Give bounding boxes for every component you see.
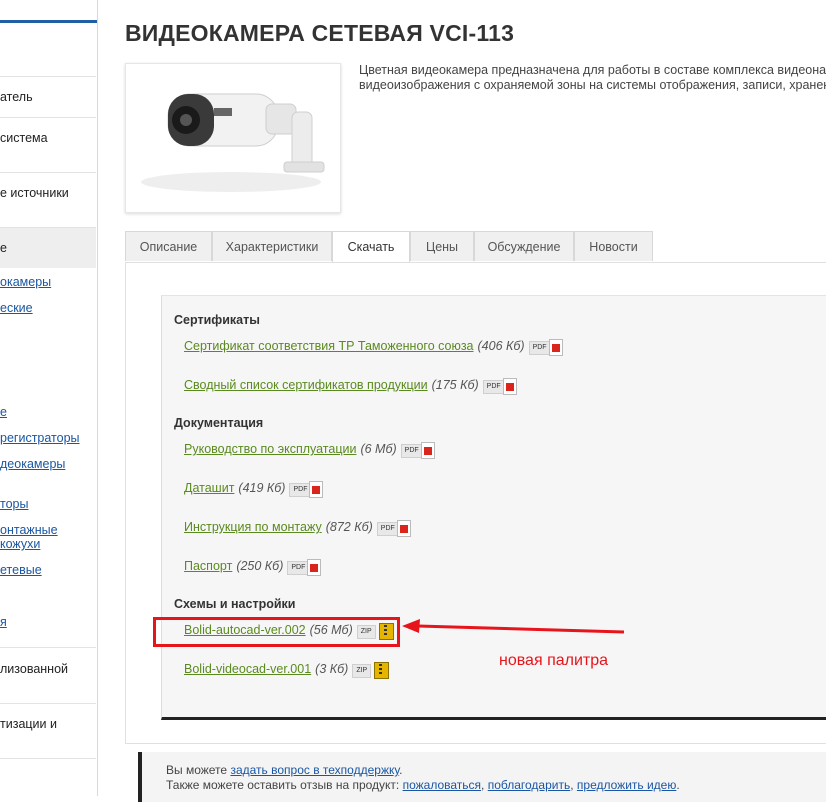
sidebar: I атель система е источники е окамеры ес…	[0, 0, 98, 796]
product-description: Цветная видеокамера предназначена для ра…	[359, 63, 826, 93]
pdf-icon[interactable]: PDF	[400, 441, 441, 459]
divider	[0, 758, 96, 759]
zip-icon[interactable]: ZIP	[352, 661, 392, 679]
download-row: Сертификат соответствия ТР Таможенного с…	[184, 338, 569, 356]
sidebar-item-active[interactable]: е	[0, 240, 96, 256]
sidebar-heading: I	[0, 38, 1, 59]
tab-specifications[interactable]: Характеристики	[212, 231, 332, 261]
ask-support-link[interactable]: задать вопрос в техподдержку	[230, 763, 399, 777]
tab-download[interactable]: Скачать	[332, 231, 410, 263]
section-title: Схемы и настройки	[174, 597, 296, 611]
tab-discussion[interactable]: Обсуждение	[474, 231, 574, 261]
section-title: Сертификаты	[174, 313, 260, 327]
download-link[interactable]: Паспорт	[184, 559, 232, 573]
file-size: (872 Кб)	[325, 520, 373, 534]
feedback-line-1: Вы можете задать вопрос в техподдержку.	[166, 763, 403, 777]
sidebar-subitem[interactable]: регистраторы	[0, 430, 96, 446]
sidebar-top-bar	[0, 20, 97, 23]
pdf-icon[interactable]: PDF	[482, 377, 523, 395]
divider	[0, 76, 96, 77]
divider	[0, 703, 96, 704]
annotation-arrow-icon	[402, 619, 625, 634]
feedback-box: Вы можете задать вопрос в техподдержку. …	[138, 752, 826, 802]
sidebar-item[interactable]: система	[0, 130, 96, 146]
sidebar-item[interactable]: атель	[0, 89, 96, 105]
sidebar-item[interactable]: е источники	[0, 185, 96, 201]
description-line: Цветная видеокамера предназначена для ра…	[359, 63, 826, 77]
download-row: Инструкция по монтажу (872 Кб) PDF	[184, 519, 417, 537]
download-link[interactable]: Сертификат соответствия ТР Таможенного с…	[184, 339, 474, 353]
download-link[interactable]: Руководство по эксплуатации	[184, 442, 356, 456]
sidebar-item[interactable]: лизованной	[0, 661, 96, 677]
file-size: (175 Кб)	[431, 378, 479, 392]
file-size: (406 Кб)	[477, 339, 525, 353]
download-link[interactable]: Инструкция по монтажу	[184, 520, 322, 534]
tab-prices[interactable]: Цены	[410, 231, 474, 261]
tab-description[interactable]: Описание	[125, 231, 212, 261]
sidebar-item[interactable]: тизации и	[0, 716, 96, 732]
tab-news[interactable]: Новости	[574, 231, 653, 261]
thank-link[interactable]: поблагодарить	[488, 778, 571, 792]
sidebar-subitem[interactable]: деокамеры	[0, 456, 96, 472]
page-title: ВИДЕОКАМЕРА СЕТЕВАЯ VCI-113	[125, 20, 515, 46]
camera-image	[141, 93, 325, 192]
sidebar-subitem[interactable]: я	[0, 614, 96, 630]
complain-link[interactable]: пожаловаться	[403, 778, 481, 792]
pdf-icon[interactable]: PDF	[376, 519, 417, 537]
download-row: Даташит (419 Кб) PDF	[184, 480, 329, 498]
feedback-line-2: Также можете оставить отзыв на продукт: …	[166, 778, 680, 792]
sidebar-subitem[interactable]: еские	[0, 300, 96, 316]
pdf-icon[interactable]: PDF	[528, 338, 569, 356]
divider	[0, 172, 96, 173]
downloads-panel	[161, 295, 826, 720]
download-row: Bolid-videocad-ver.001 (3 Кб) ZIP	[184, 661, 392, 679]
description-line: видеоизображения с охраняемой зоны на си…	[359, 78, 826, 92]
divider	[0, 117, 96, 118]
download-row: Сводный список сертификатов продукции (17…	[184, 377, 523, 395]
product-image[interactable]	[125, 63, 341, 213]
sidebar-subitem[interactable]: окамеры	[0, 274, 96, 290]
suggest-idea-link[interactable]: предложить идею	[577, 778, 676, 792]
pdf-icon[interactable]: PDF	[289, 480, 329, 498]
sidebar-subitem[interactable]: торы	[0, 496, 96, 512]
section-title: Документация	[174, 416, 264, 430]
file-size: (3 Кб)	[315, 662, 349, 676]
download-row: Руководство по эксплуатации (6 Мб) PDF	[184, 441, 441, 459]
pdf-icon[interactable]: PDF	[287, 558, 327, 576]
sidebar-subitem[interactable]: етевые	[0, 562, 96, 578]
sidebar-subitem[interactable]: е	[0, 404, 96, 420]
file-size: (419 Кб)	[238, 481, 286, 495]
file-size: (250 Кб)	[236, 559, 284, 573]
divider	[0, 647, 96, 648]
annotation-highlight-box	[153, 617, 400, 647]
file-size: (6 Мб)	[360, 442, 397, 456]
annotation-text: новая палитра	[499, 652, 609, 669]
download-link[interactable]: Сводный список сертификатов продукции	[184, 378, 428, 392]
download-row: Паспорт (250 Кб) PDF	[184, 558, 327, 576]
download-link[interactable]: Даташит	[184, 481, 234, 495]
sidebar-subitem[interactable]: кожухи	[0, 536, 96, 552]
download-link[interactable]: Bolid-videocad-ver.001	[184, 662, 311, 676]
